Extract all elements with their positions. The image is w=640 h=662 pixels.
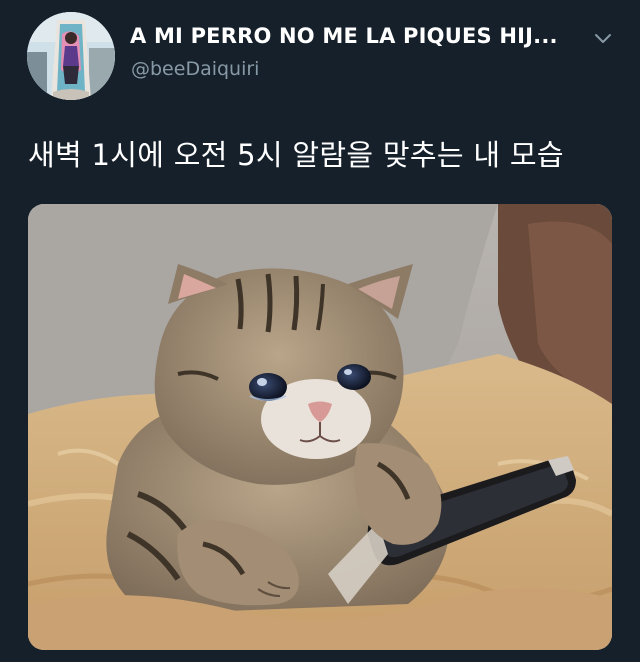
chevron-down-icon[interactable] bbox=[593, 30, 613, 44]
avatar-image bbox=[27, 12, 115, 100]
display-name[interactable]: A MI PERRO NO ME LA PIQUES HIJ... bbox=[130, 24, 558, 48]
tweet-card: A MI PERRO NO ME LA PIQUES HIJ... @beeDa… bbox=[0, 0, 640, 662]
media-image[interactable] bbox=[28, 204, 612, 650]
user-handle[interactable]: @beeDaiquiri bbox=[131, 58, 259, 80]
avatar[interactable] bbox=[27, 12, 115, 100]
crying-cat-photo bbox=[28, 204, 612, 650]
tweet-text: 새벽 1시에 오전 5시 알람을 맞추는 내 모습 bbox=[28, 138, 564, 172]
